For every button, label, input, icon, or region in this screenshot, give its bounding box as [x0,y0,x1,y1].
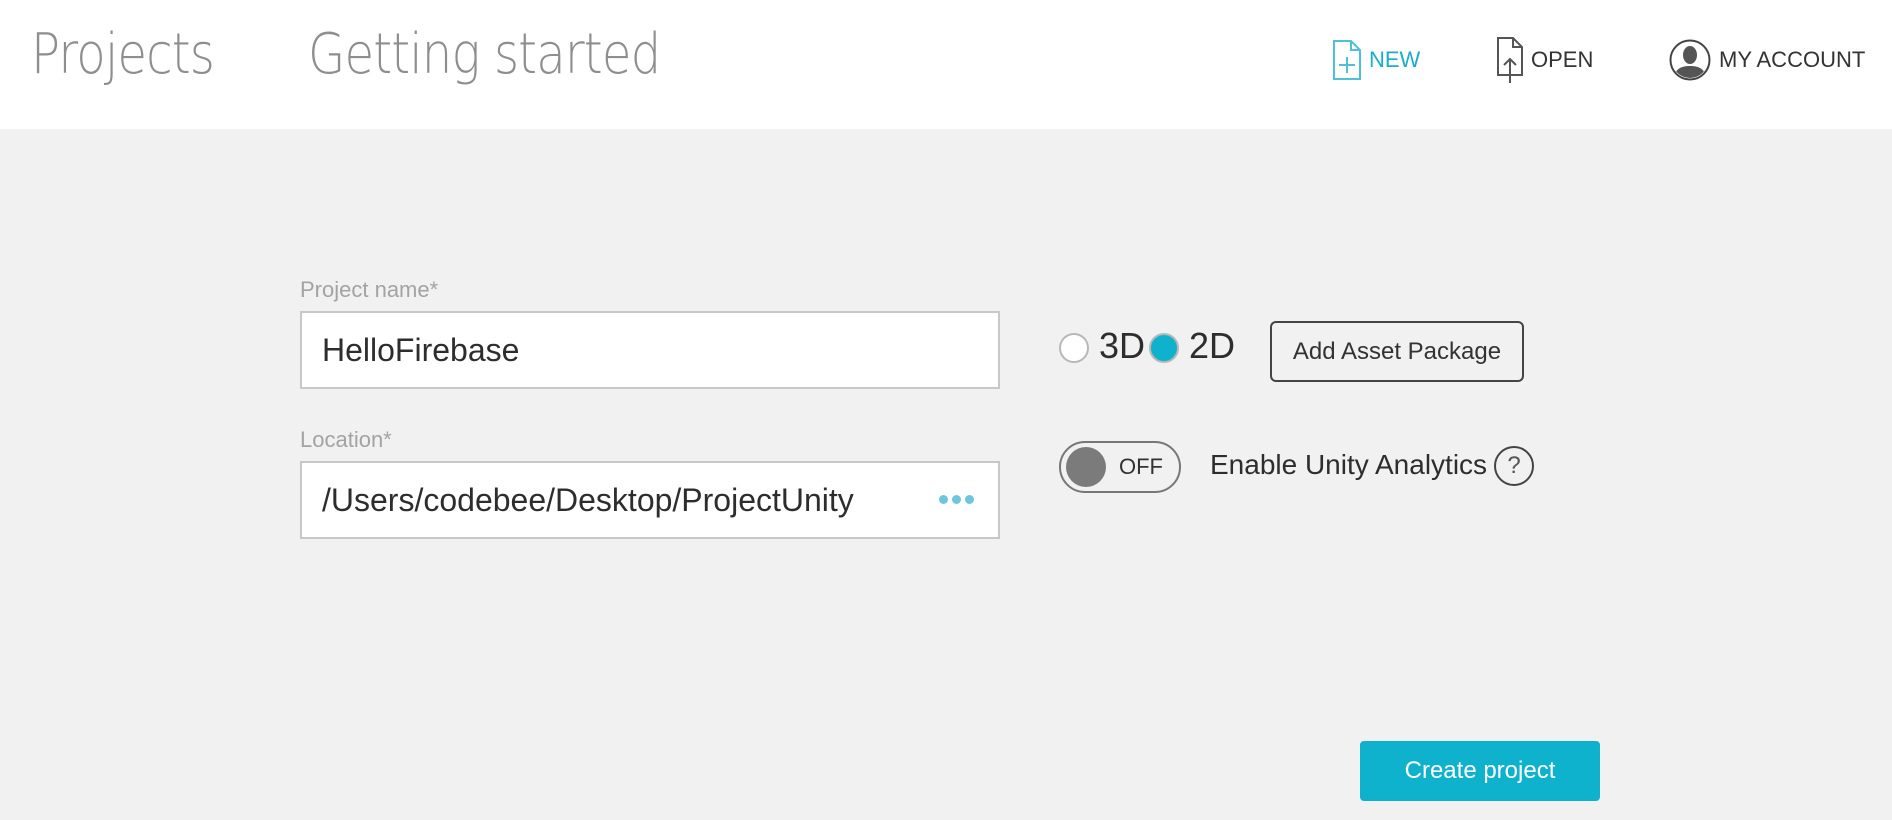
my-account-label: MY ACCOUNT [1719,47,1866,72]
new-label: NEW [1369,47,1421,72]
create-project-button[interactable]: Create project [1360,741,1600,801]
add-asset-package-button[interactable]: Add Asset Package [1270,321,1524,382]
radio-3d-label: 3D [1099,325,1146,366]
account-icon [1669,39,1711,81]
new-button[interactable]: NEW [1333,36,1420,84]
radio-3d[interactable] [1059,333,1089,363]
help-icon[interactable]: ? [1494,446,1534,486]
tab-projects[interactable]: Projects [31,22,215,87]
toggle-state: OFF [1119,454,1163,479]
project-name-input[interactable]: HelloFirebase [300,311,1000,389]
project-name-label: Project name* [300,277,439,302]
radio-2d-label: 2D [1189,325,1236,366]
radio-2d[interactable] [1149,333,1179,363]
location-value: /Users/codebee/Desktop/ProjectUnity [322,482,854,518]
ellipsis-icon[interactable] [939,495,974,504]
header-bar: Projects Getting started NEW OPEN MY ACC… [0,0,1892,129]
toggle-knob [1066,447,1106,487]
location-label: Location* [300,427,392,452]
analytics-toggle[interactable]: OFF [1059,441,1181,493]
project-name-value: HelloFirebase [322,332,520,368]
open-file-icon [1497,37,1523,83]
my-account-button[interactable]: MY ACCOUNT [1669,36,1865,84]
new-file-icon [1333,40,1361,80]
tab-getting-started[interactable]: Getting started [308,22,661,87]
open-label: OPEN [1531,47,1594,72]
analytics-label: Enable Unity Analytics [1210,449,1488,480]
open-button[interactable]: OPEN [1497,36,1593,84]
location-input[interactable]: /Users/codebee/Desktop/ProjectUnity [300,461,1000,539]
